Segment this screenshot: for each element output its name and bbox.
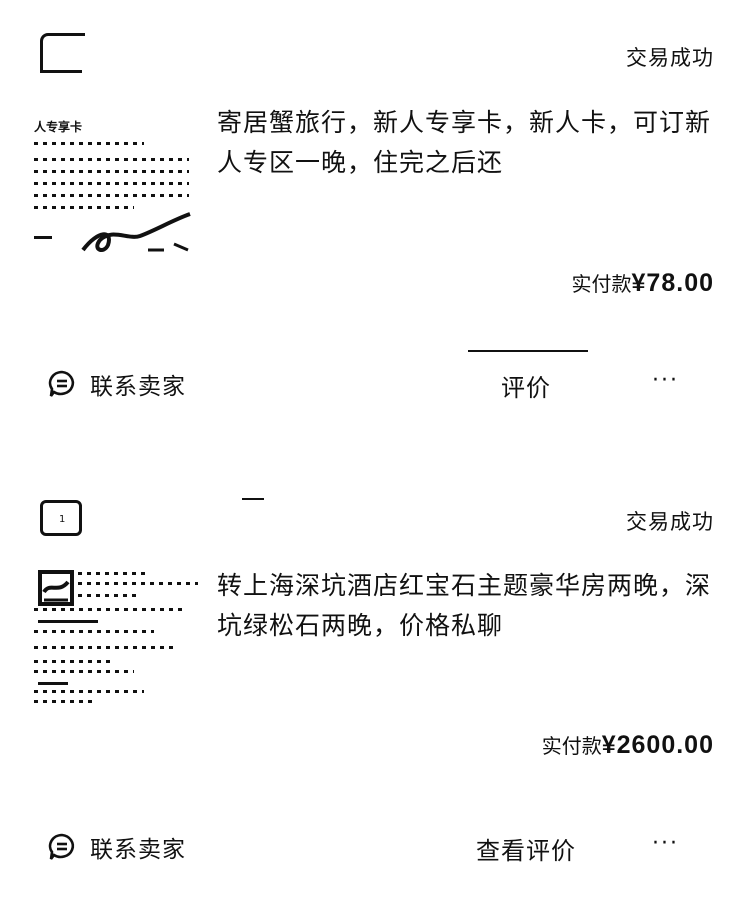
- paid-amount: 实付款 ¥2600.00: [542, 730, 714, 760]
- product-title[interactable]: 寄居蟹旅行，新人专享卡，新人卡，可订新人专区一晚，住完之后还: [217, 103, 717, 183]
- price-label: 实付款: [571, 272, 632, 296]
- hotel-logo-icon: [38, 570, 74, 606]
- shop-icon[interactable]: [40, 33, 85, 73]
- contact-seller-label: 联系卖家: [90, 374, 186, 400]
- order-status: 交易成功: [626, 510, 714, 534]
- paid-amount: 实付款 ¥78.00: [572, 268, 714, 298]
- order-status: 交易成功: [626, 46, 714, 70]
- price-value: ¥78.00: [631, 269, 714, 297]
- shop-icon[interactable]: [40, 500, 82, 536]
- price-label: 实付款: [541, 734, 602, 758]
- signature-icon: [81, 212, 191, 252]
- chat-bubble-icon: [48, 370, 75, 397]
- more-icon[interactable]: ···: [652, 831, 679, 856]
- product-thumbnail[interactable]: [30, 566, 200, 711]
- review-button[interactable]: 评价: [501, 368, 551, 403]
- contact-seller-button[interactable]: 联系卖家: [48, 830, 186, 864]
- price-value: ¥2600.00: [601, 731, 714, 759]
- divider: [242, 498, 264, 500]
- product-title[interactable]: 转上海深坑酒店红宝石主题豪华房两晚，深坑绿松石两晚，价格私聊: [217, 566, 717, 646]
- view-review-button[interactable]: 查看评价: [476, 831, 576, 866]
- chat-bubble-icon: [48, 833, 75, 860]
- contact-seller-label: 联系卖家: [90, 837, 186, 863]
- product-thumbnail[interactable]: 人专享卡: [30, 112, 200, 257]
- more-icon[interactable]: ···: [652, 368, 679, 393]
- divider: [468, 350, 588, 352]
- thumbnail-heading: 人专享卡: [34, 120, 83, 134]
- contact-seller-button[interactable]: 联系卖家: [48, 367, 186, 401]
